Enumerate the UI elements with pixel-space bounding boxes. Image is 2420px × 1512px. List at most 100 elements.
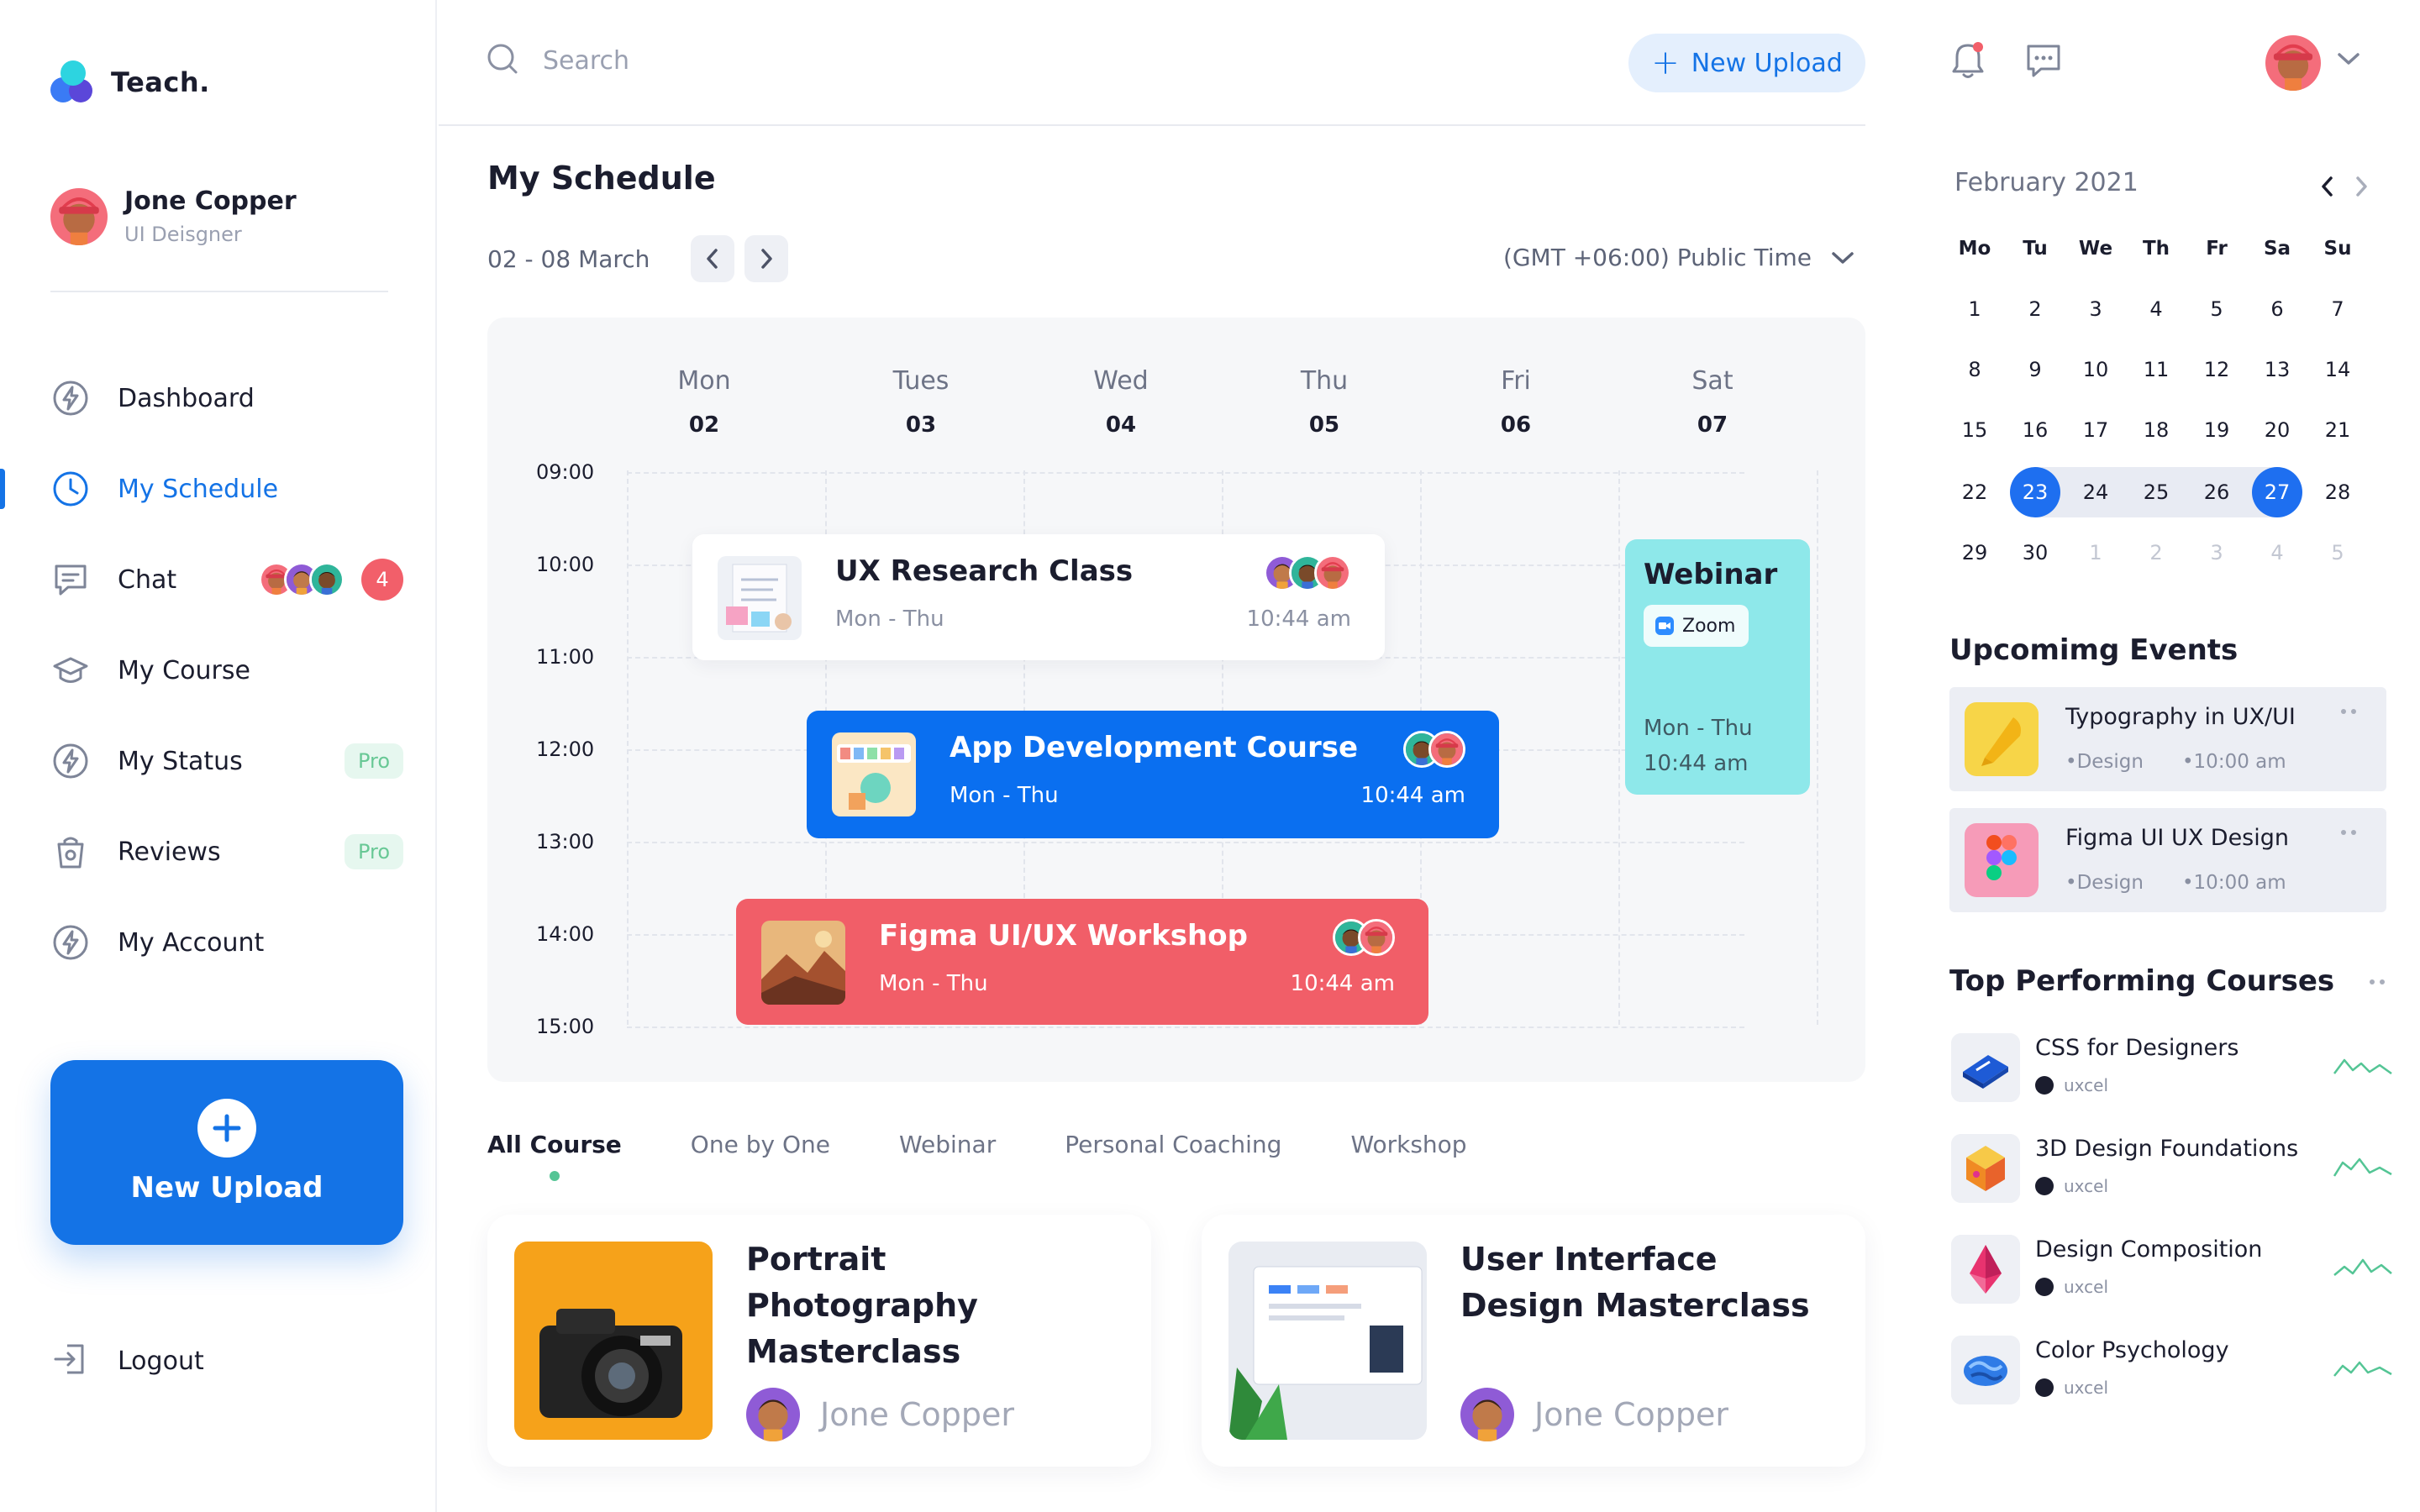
calendar-day[interactable]: 10 [2065, 344, 2126, 395]
lightning-icon [52, 924, 89, 961]
calendar-day[interactable]: 13 [2247, 344, 2307, 395]
event-time: 10:44 am [1360, 783, 1465, 808]
upcoming-event-item[interactable]: Typography in UX/UI •Design •10:00 am [1949, 687, 2386, 791]
chevron-down-icon[interactable] [2336, 50, 2361, 71]
calendar-weekday-row: Mo Tu We Th Fr Sa Su [1944, 223, 2368, 274]
calendar-day[interactable]: 1 [1944, 284, 2005, 334]
calendar-day-next-month[interactable]: 1 [2065, 528, 2126, 578]
calendar-day[interactable]: 12 [2186, 344, 2247, 395]
more-options-icon[interactable] [2336, 709, 2356, 714]
calendar-day[interactable]: 22 [1944, 467, 2005, 517]
calendar-day[interactable]: 20 [2247, 405, 2307, 455]
sidebar-item-label: My Schedule [118, 474, 279, 504]
calendar-day[interactable]: 15 [1944, 405, 2005, 455]
calendar-day[interactable]: 3 [2065, 284, 2126, 334]
calendar-day[interactable]: 21 [2307, 405, 2368, 455]
course-card[interactable]: User Interface Design Masterclass Jone C… [1202, 1215, 1865, 1467]
calendar-day[interactable]: 30 [2005, 528, 2065, 578]
calendar-day[interactable]: 5 [2186, 284, 2247, 334]
course-icon [1951, 1336, 2020, 1404]
event-webinar[interactable]: Webinar Zoom Mon - Thu 10:44 am [1625, 539, 1810, 795]
calendar-day-next-month[interactable]: 2 [2126, 528, 2186, 578]
calendar-day[interactable]: 11 [2126, 344, 2186, 395]
more-options-icon[interactable] [2365, 979, 2385, 984]
trend-sparkline-icon [2333, 1258, 2392, 1276]
sidebar-item-reviews[interactable]: Reviews Pro [0, 806, 437, 897]
calendar-day-next-month[interactable]: 3 [2186, 528, 2247, 578]
calendar-prev-button[interactable] [2311, 170, 2344, 203]
upcoming-events-title: Upcomimg Events [1949, 633, 2238, 667]
notification-bell-icon[interactable] [1946, 39, 1990, 82]
clock-icon [52, 470, 89, 507]
calendar-day-next-month[interactable]: 4 [2247, 528, 2307, 578]
calendar-day[interactable]: 9 [2005, 344, 2065, 395]
timezone-select[interactable]: (GMT +06:00) Public Time [1503, 244, 1855, 271]
tab-one-by-one[interactable]: One by One [691, 1131, 830, 1158]
tab-workshop[interactable]: Workshop [1350, 1131, 1466, 1158]
sidebar-item-label: My Course [118, 655, 250, 685]
upcoming-event-item[interactable]: Figma UI UX Design •Design •10:00 am [1949, 808, 2386, 912]
calendar-day-next-month[interactable]: 5 [2307, 528, 2368, 578]
more-options-icon[interactable] [2336, 830, 2356, 835]
event-time: 10:44 am [1290, 971, 1395, 996]
event-attendees [1403, 731, 1465, 768]
top-course-item[interactable]: Design Composition uxcel [1951, 1235, 2392, 1310]
user-avatar[interactable] [2265, 35, 2321, 91]
new-upload-button[interactable]: + New Upload [1628, 34, 1865, 92]
calendar-day[interactable]: 24 [2065, 467, 2126, 517]
message-icon[interactable] [2022, 39, 2065, 82]
logo[interactable]: Teach. [50, 60, 210, 104]
calendar-day-label: 23 [2010, 467, 2060, 517]
new-upload-card-button[interactable]: New Upload [50, 1060, 403, 1245]
calendar-day[interactable]: 7 [2307, 284, 2368, 334]
calendar-day[interactable]: 29 [1944, 528, 2005, 578]
sidebar-item-dashboard[interactable]: Dashboard [0, 353, 437, 444]
calendar-day[interactable]: 8 [1944, 344, 2005, 395]
time-label: 09:00 [536, 460, 595, 484]
calendar-day[interactable]: 16 [2005, 405, 2065, 455]
next-week-button[interactable] [744, 235, 788, 282]
event-app-development-course[interactable]: App Development Course Mon - Thu 10:44 a… [807, 711, 1499, 838]
sidebar-item-my-course[interactable]: My Course [0, 625, 437, 716]
calendar-day[interactable]: 25 [2126, 467, 2186, 517]
calendar-day[interactable]: 28 [2307, 467, 2368, 517]
top-course-item[interactable]: CSS for Designers uxcel [1951, 1033, 2392, 1109]
event-thumbnail [1965, 702, 2039, 776]
calendar-week-row: 1 2 3 4 5 6 7 [1944, 284, 2368, 334]
event-meta: •Design •10:00 am [2065, 872, 2325, 894]
topbar: + New Upload [439, 0, 1865, 126]
course-image [514, 1242, 713, 1440]
user-profile[interactable]: Jone Copper UI Deisgner [50, 186, 297, 246]
tab-webinar[interactable]: Webinar [899, 1131, 996, 1158]
calendar-day[interactable]: 18 [2126, 405, 2186, 455]
event-thumbnail [761, 921, 845, 1005]
calendar-day[interactable]: 19 [2186, 405, 2247, 455]
calendar-day-selected-start[interactable]: 23 [2005, 467, 2065, 517]
calendar-day[interactable]: 2 [2005, 284, 2065, 334]
course-card[interactable]: Portrait Photography Masterclass Jone Co… [487, 1215, 1151, 1467]
calendar-day[interactable]: 26 [2186, 467, 2247, 517]
calendar-day[interactable]: 6 [2247, 284, 2307, 334]
top-course-item[interactable]: Color Psychology uxcel [1951, 1336, 2392, 1411]
event-figma-workshop[interactable]: Figma UI/UX Workshop Mon - Thu 10:44 am [736, 899, 1428, 1025]
top-course-item[interactable]: 3D Design Foundations uxcel [1951, 1134, 2392, 1210]
calendar-next-button[interactable] [2344, 170, 2378, 203]
calendar-day[interactable]: 14 [2307, 344, 2368, 395]
calendar-day[interactable]: 17 [2065, 405, 2126, 455]
logout-button[interactable]: Logout [52, 1341, 204, 1381]
prev-week-button[interactable] [691, 235, 734, 282]
sidebar-item-my-status[interactable]: My Status Pro [0, 716, 437, 806]
event-ux-research-class[interactable]: UX Research Class Mon - Thu 10:44 am [692, 534, 1385, 660]
tab-all-course[interactable]: All Course [487, 1131, 622, 1181]
tab-personal-coaching[interactable]: Personal Coaching [1065, 1131, 1281, 1158]
calendar-day-selected-end[interactable]: 27 [2247, 467, 2307, 517]
search-input[interactable] [543, 45, 1047, 76]
sidebar-item-my-schedule[interactable]: My Schedule [0, 444, 437, 534]
week-navigation [691, 235, 798, 282]
sidebar-item-label: My Account [118, 927, 265, 958]
sidebar-item-my-account[interactable]: My Account [0, 897, 437, 988]
calendar-day[interactable]: 4 [2126, 284, 2186, 334]
sidebar-nav: Dashboard My Schedule Chat 4 My Course M… [0, 353, 437, 988]
grid-row-line [627, 472, 1744, 474]
sidebar-item-chat[interactable]: Chat 4 [0, 534, 437, 625]
